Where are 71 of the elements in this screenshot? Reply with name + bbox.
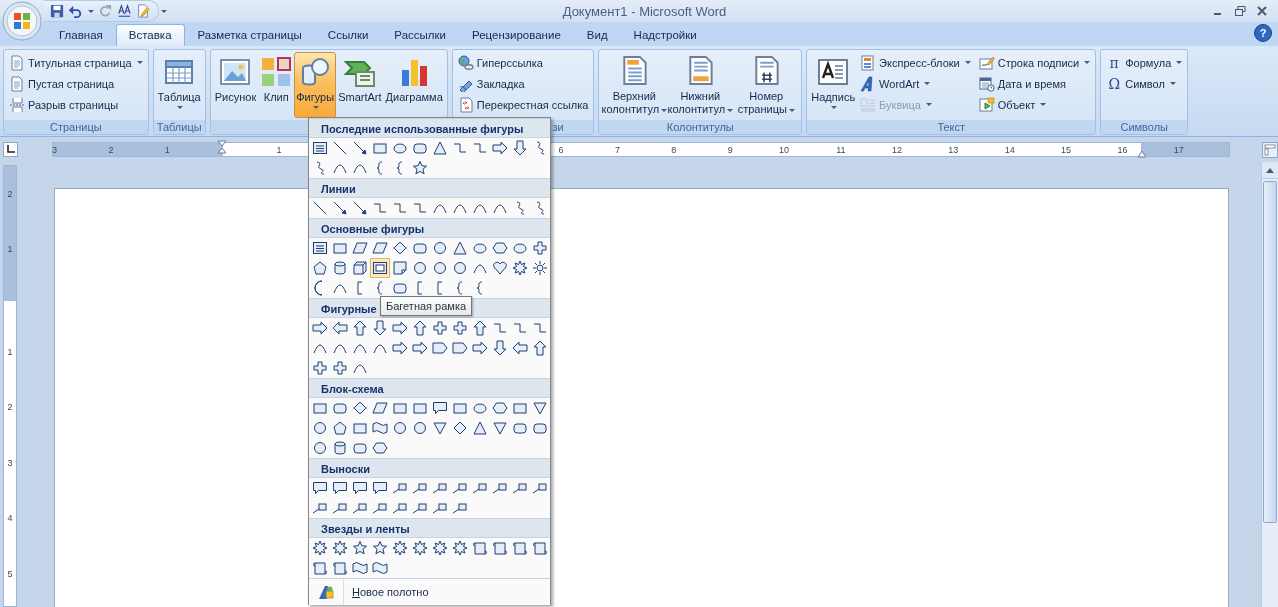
symbol-icon: Ω [1106,75,1123,92]
group-label: Текст [807,120,1096,134]
ribbon-tab[interactable]: Рецензирование [459,24,574,46]
ruler-number: 8 [671,144,677,155]
window-title: Документ1 - Microsoft Word [561,3,728,19]
ruler-number: 1 [276,144,282,155]
ruler-number: 7 [614,144,620,155]
ribbon-button[interactable]: Экспресс-блоки [857,52,974,73]
ruler-number: 6 [558,144,564,155]
ribbon-button[interactable]: Клип [258,52,295,118]
group-label: Колонтитулы [599,120,802,134]
ribbon-button[interactable]: Рисунок [212,52,259,118]
ribbon-tab[interactable]: Главная [46,24,116,46]
ruler-number: 15 [1061,144,1072,155]
ribbon-button[interactable]: Фигуры [294,52,337,118]
ribbon-button[interactable]: Диаграмма [383,52,445,118]
section-header: Последние использованные фигуры [309,118,550,138]
help-button[interactable]: ? [1254,24,1272,42]
ruler-number: 12 [891,144,902,155]
ruler-number: 5 [7,568,13,579]
ribbon-tab[interactable]: Рассылки [381,24,459,46]
section-header: Звезды и ленты [309,518,550,538]
section-header: Основные фигуры [309,218,550,238]
group-label: Таблицы [153,120,205,134]
menu-item[interactable]: Новое полотно [352,586,429,598]
ruler-number: 1 [164,144,170,155]
ribbon-button[interactable]: π Формула [1103,52,1186,73]
ribbon-button[interactable]: Гиперссылка [454,52,592,73]
ruler-number: 17 [1173,144,1184,155]
ruler-number: 11 [836,144,846,155]
ruler-number: 2 [7,402,13,412]
ribbon-button[interactable]: Строка подписи [975,52,1094,73]
ribbon-button[interactable]: WordArt [857,73,974,94]
tooltip: Багетная рамка [380,296,473,316]
ribbon-button[interactable]: Номер страницы [733,52,800,118]
ruler-number: 4 [7,513,13,523]
ruler-number: 3 [7,457,13,468]
ribbon-tab[interactable]: Ссылки [314,24,382,46]
group-label: Страницы [4,120,148,134]
section-header: Блок-схема [309,378,550,398]
ribbon-tab[interactable]: Вставка [115,24,185,46]
ribbon-button[interactable]: Объект [975,94,1094,115]
ribbon-button[interactable]: Надпись [809,52,858,118]
ruler-number: 13 [948,144,959,155]
ruler-number: 16 [1117,144,1128,155]
ruler-number: 10 [779,144,790,155]
ruler-number: 2 [7,188,13,199]
section-header: Выноски [309,458,550,478]
ribbon-button[interactable]: Перекрестная ссылка [454,94,592,115]
symbol-icon: π [1106,54,1123,71]
ruler-number: 1 [7,346,13,357]
ruler-number: 9 [727,144,733,155]
ribbon-tab[interactable]: Надстройки [620,24,710,46]
ribbon-button[interactable]: Пустая страница [6,73,146,94]
ruler-number: 3 [52,144,57,155]
ribbon-tab[interactable]: Вид [573,24,621,46]
ribbon-button[interactable]: Верхний колонтитул [601,52,668,118]
ruler-number: 1 [7,244,13,255]
ruler-number: 2 [108,144,114,155]
ribbon-button[interactable]: Закладка [454,73,592,94]
ribbon-button[interactable]: Нижний колонтитул [667,52,734,118]
section-header: Линии [309,178,550,198]
ribbon-button[interactable]: Дата и время [975,73,1094,94]
ribbon-button[interactable]: Разрыв страницы [6,94,146,115]
ribbon-button[interactable]: SmartArt [336,52,384,118]
ribbon-button[interactable]: Титульная страница [6,52,146,73]
ribbon-button[interactable]: Ω Символ [1103,73,1186,94]
ribbon-tab[interactable]: Разметка страницы [184,24,315,46]
ruler-number: 14 [1004,144,1015,155]
ribbon-button[interactable]: Таблица [155,52,203,118]
group-label: Символы [1101,120,1188,134]
